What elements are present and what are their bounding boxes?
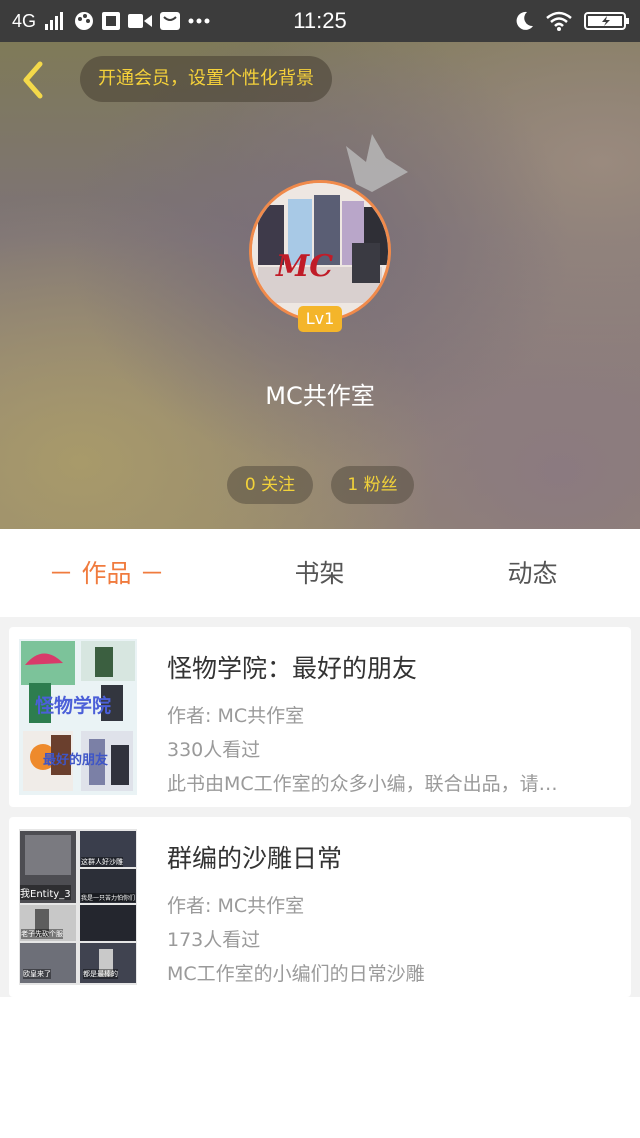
book-card[interactable]: 我Entity_3 老子先砍个服 这群人好沙雕 我是一只苦力怕你们 欧皇来了 都… [9, 817, 631, 997]
cover-caption: 我Entity_3 [20, 885, 71, 900]
book-title: 怪物学院：最好的朋友 [167, 654, 418, 683]
back-button[interactable] [14, 60, 54, 100]
cover-image [19, 829, 137, 985]
book-title: 群编的沙雕日常 [167, 844, 343, 873]
book-views: 330人看过 [167, 739, 261, 761]
book-description: MC工作室的小编们的日常沙雕 [167, 963, 425, 985]
vip-background-button[interactable]: 开通会员，设置个性化背景 [80, 56, 332, 102]
avatar-mc-text: MC [276, 249, 334, 284]
cover-subtitle-text: 最好的朋友 [43, 753, 109, 768]
cover-caption: 这群人好沙雕 [81, 857, 123, 867]
profile-header: 开通会员，设置个性化背景 MC Lv1 MC共作室 0 关注 1 粉丝 [0, 42, 640, 529]
follow-count-button[interactable]: 0 关注 [227, 466, 313, 504]
cover-caption: 欧皇来了 [23, 969, 51, 979]
book-views: 173人看过 [167, 929, 261, 951]
avatar[interactable]: MC [249, 180, 391, 322]
wifi-icon [546, 11, 572, 31]
tab-activity[interactable]: 动态 [426, 529, 639, 617]
level-badge: Lv1 [298, 306, 342, 332]
cover-caption: 我是一只苦力怕你们 [81, 893, 136, 902]
book-cover: 怪物学院 最好的朋友 [19, 639, 137, 795]
tab-bookshelf[interactable]: 书架 [213, 529, 426, 617]
tab-works[interactable]: － 作品 － [0, 529, 213, 617]
book-cover: 我Entity_3 老子先砍个服 这群人好沙雕 我是一只苦力怕你们 欧皇来了 都… [19, 829, 137, 985]
tab-bar: － 作品 － 书架 动态 [0, 529, 640, 617]
chevron-left-icon [23, 61, 43, 99]
book-card[interactable]: 怪物学院 最好的朋友 怪物学院：最好的朋友 作者: MC共作室 330人看过 此… [9, 627, 631, 807]
fans-count-button[interactable]: 1 粉丝 [331, 466, 414, 504]
book-author: 作者: MC共作室 [167, 705, 305, 727]
cover-title-text: 怪物学院 [35, 695, 112, 717]
username: MC共作室 [265, 382, 375, 410]
book-list: 怪物学院 最好的朋友 怪物学院：最好的朋友 作者: MC共作室 330人看过 此… [0, 617, 640, 997]
cover-caption: 都是最棒的 [83, 969, 118, 979]
cover-caption: 老子先砍个服 [21, 929, 63, 939]
status-right [516, 0, 630, 42]
book-description: 此书由MC工作室的众多小编，联合出品，请… [167, 773, 558, 795]
moon-icon [516, 11, 534, 31]
battery-icon [584, 11, 630, 31]
status-bar: 4G 11:25 [0, 0, 640, 42]
book-author: 作者: MC共作室 [167, 895, 305, 917]
